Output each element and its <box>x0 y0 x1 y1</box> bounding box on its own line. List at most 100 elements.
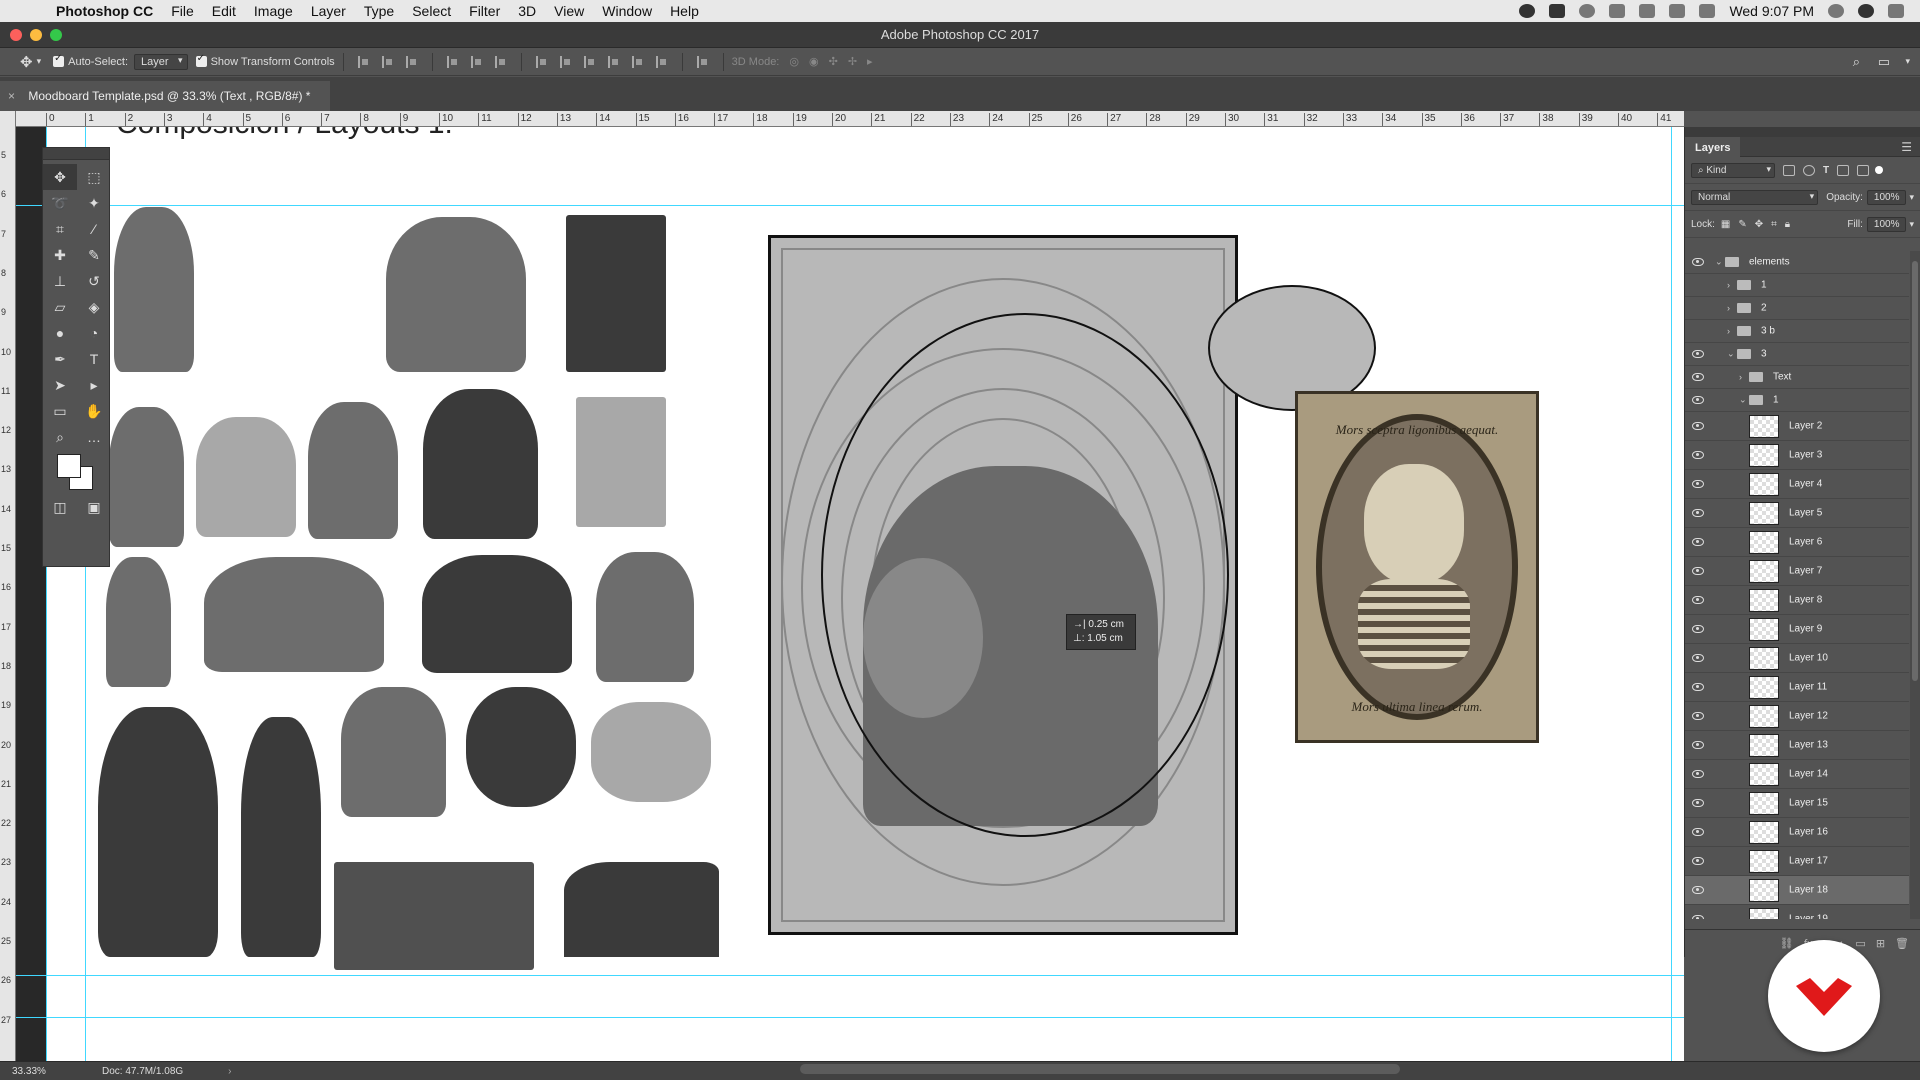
chevron-down-icon[interactable]: ⌄ <box>1739 395 1747 406</box>
visibility-eye-icon[interactable] <box>1692 886 1704 894</box>
panel-dock-header[interactable] <box>1685 127 1920 137</box>
ruler-horizontal[interactable]: 0 1 2 3 4 5 6 7 8 9 10 11 12 13 14 15 16 17 18 19 20 21 22 23 24… <box>16 111 1684 127</box>
ellipse-shape[interactable] <box>821 313 1229 837</box>
cc-icon[interactable] <box>1579 4 1596 18</box>
layer-thumbnail[interactable] <box>1749 618 1779 641</box>
lasso-tool-icon[interactable]: ➰ <box>43 190 77 216</box>
layer-thumbnail[interactable] <box>1749 647 1779 670</box>
layer-thumbnail[interactable] <box>1749 705 1779 728</box>
cutout-photo[interactable] <box>466 687 576 807</box>
siri-icon[interactable] <box>1858 4 1874 18</box>
visibility-eye-icon[interactable] <box>1692 596 1704 604</box>
menu-view[interactable]: View <box>554 3 584 19</box>
layer-row[interactable]: Layer 4 <box>1685 470 1909 499</box>
healing-brush-tool-icon[interactable]: ✚ <box>43 242 77 268</box>
zoom-level[interactable]: 33.33% <box>0 1066 80 1077</box>
engraving-image[interactable]: Mors sceptra ligonibus aequat. Mors ulti… <box>1295 391 1539 743</box>
menu-filter[interactable]: Filter <box>469 3 500 19</box>
layer-thumbnail[interactable] <box>1749 560 1779 583</box>
3d-scale-icon[interactable]: ▸ <box>867 55 873 68</box>
visibility-eye-icon[interactable] <box>1692 509 1704 517</box>
layer-row[interactable]: Layer 9 <box>1685 615 1909 644</box>
lock-artboard-icon[interactable]: ⌗ <box>1771 219 1777 230</box>
layer-thumbnail[interactable] <box>1749 444 1779 467</box>
filter-smartobject-icon[interactable] <box>1857 164 1870 176</box>
layer-thumbnail[interactable] <box>1749 879 1779 902</box>
cutout-photo[interactable] <box>109 407 184 547</box>
layer-list-scrollbar[interactable] <box>1910 251 1920 919</box>
scrollbar-thumb[interactable] <box>1912 261 1918 681</box>
chevron-down-icon[interactable]: ⌄ <box>1727 349 1735 360</box>
canvas-heading[interactable]: Composición / Layouts 1: <box>116 127 453 141</box>
layer-row[interactable]: Layer 2 <box>1685 412 1909 441</box>
new-layer-icon[interactable]: ⊞ <box>1876 937 1885 950</box>
lock-position-icon[interactable]: ✥ <box>1755 219 1763 230</box>
menu-layer[interactable]: Layer <box>311 3 346 19</box>
menu-app-name[interactable]: Photoshop CC <box>56 3 153 19</box>
visibility-eye-icon[interactable] <box>1692 538 1704 546</box>
notifications-icon[interactable] <box>1888 4 1904 18</box>
display-icon[interactable] <box>1609 4 1626 18</box>
auto-select-checkbox[interactable] <box>53 53 65 67</box>
cutout-photo[interactable] <box>386 217 526 372</box>
menu-window[interactable]: Window <box>602 3 652 19</box>
layer-thumbnail[interactable] <box>1749 763 1779 786</box>
workspace-dropdown-icon[interactable]: ▾ <box>1905 56 1910 67</box>
layer-thumbnail[interactable] <box>1749 531 1779 554</box>
bluetooth-icon[interactable] <box>1639 4 1656 18</box>
pen-tool-icon[interactable]: ✒ <box>43 346 77 372</box>
layer-group-row[interactable]: ⌄ 3 <box>1685 343 1909 366</box>
eyedropper-tool-icon[interactable]: ⁄ <box>77 216 111 242</box>
layer-row[interactable]: Layer 19 <box>1685 905 1909 919</box>
layer-thumbnail[interactable] <box>1749 502 1779 525</box>
zoom-tool-icon[interactable]: ⌕ <box>43 424 77 450</box>
distribute-bottom-icon[interactable] <box>583 55 596 68</box>
cutout-photo[interactable] <box>423 389 538 539</box>
visibility-eye-icon[interactable] <box>1692 451 1704 459</box>
distribute-right-icon[interactable] <box>655 55 668 68</box>
layer-thumbnail[interactable] <box>1749 821 1779 844</box>
direct-selection-tool-icon[interactable]: ▸ <box>77 372 111 398</box>
workspace-icon[interactable]: ▭ <box>1878 54 1890 70</box>
visibility-eye-icon[interactable] <box>1692 480 1704 488</box>
menu-3d[interactable]: 3D <box>518 3 536 19</box>
move-tool-preset-icon[interactable]: ✥ <box>20 53 33 71</box>
ruler-vertical[interactable]: 5 6 7 8 9 10 11 12 13 14 15 16 17 18 19 20 21 22 23 24 25 26 2… <box>0 111 16 1061</box>
visibility-eye-icon[interactable] <box>1692 857 1704 865</box>
cutout-photo[interactable] <box>98 707 218 957</box>
document-tab[interactable]: × Moodboard Template.psd @ 33.3% (Text ,… <box>0 81 330 111</box>
layer-thumbnail[interactable] <box>1749 589 1779 612</box>
path-selection-tool-icon[interactable]: ➤ <box>43 372 77 398</box>
layer-row[interactable]: Layer 11 <box>1685 673 1909 702</box>
cutout-photo[interactable] <box>334 862 534 970</box>
chevron-right-icon[interactable]: › <box>1727 303 1730 313</box>
close-tab-icon[interactable]: × <box>8 89 15 103</box>
paint-bucket-tool-icon[interactable]: ◈ <box>77 294 111 320</box>
fill-dropdown-icon[interactable]: ▾ <box>1909 219 1914 230</box>
menu-help[interactable]: Help <box>670 3 699 19</box>
doc-size[interactable]: Doc: 47.7M/1.08G <box>102 1066 183 1077</box>
cutout-photo[interactable] <box>564 862 719 957</box>
layer-thumbnail[interactable] <box>1749 908 1779 919</box>
guide-horizontal[interactable] <box>16 975 1684 976</box>
history-brush-tool-icon[interactable]: ↺ <box>77 268 111 294</box>
align-right-icon[interactable] <box>494 55 507 68</box>
hand-tool-icon[interactable]: ✋ <box>77 398 111 424</box>
cmd-app-icon[interactable] <box>1549 4 1566 18</box>
cutout-photo[interactable] <box>576 397 666 527</box>
visibility-eye-icon[interactable] <box>1692 304 1704 312</box>
layer-thumbnail[interactable] <box>1749 734 1779 757</box>
visibility-eye-icon[interactable] <box>1692 712 1704 720</box>
layer-row[interactable]: Layer 18 <box>1685 876 1909 905</box>
distribute-left-icon[interactable] <box>607 55 620 68</box>
3d-roll-icon[interactable]: ◉ <box>809 55 819 68</box>
visibility-eye-icon[interactable] <box>1692 915 1704 919</box>
layer-thumbnail[interactable] <box>1749 792 1779 815</box>
layout-frame[interactable] <box>768 235 1238 935</box>
artboard[interactable]: Composición / Layouts 1: <box>46 127 1684 1061</box>
chevron-right-icon[interactable]: › <box>1727 326 1730 336</box>
lock-pixels-icon[interactable]: ✎ <box>1738 219 1746 230</box>
magic-wand-tool-icon[interactable]: ✦ <box>77 190 111 216</box>
minimize-window-button[interactable] <box>30 29 42 41</box>
visibility-eye-icon[interactable] <box>1692 799 1704 807</box>
